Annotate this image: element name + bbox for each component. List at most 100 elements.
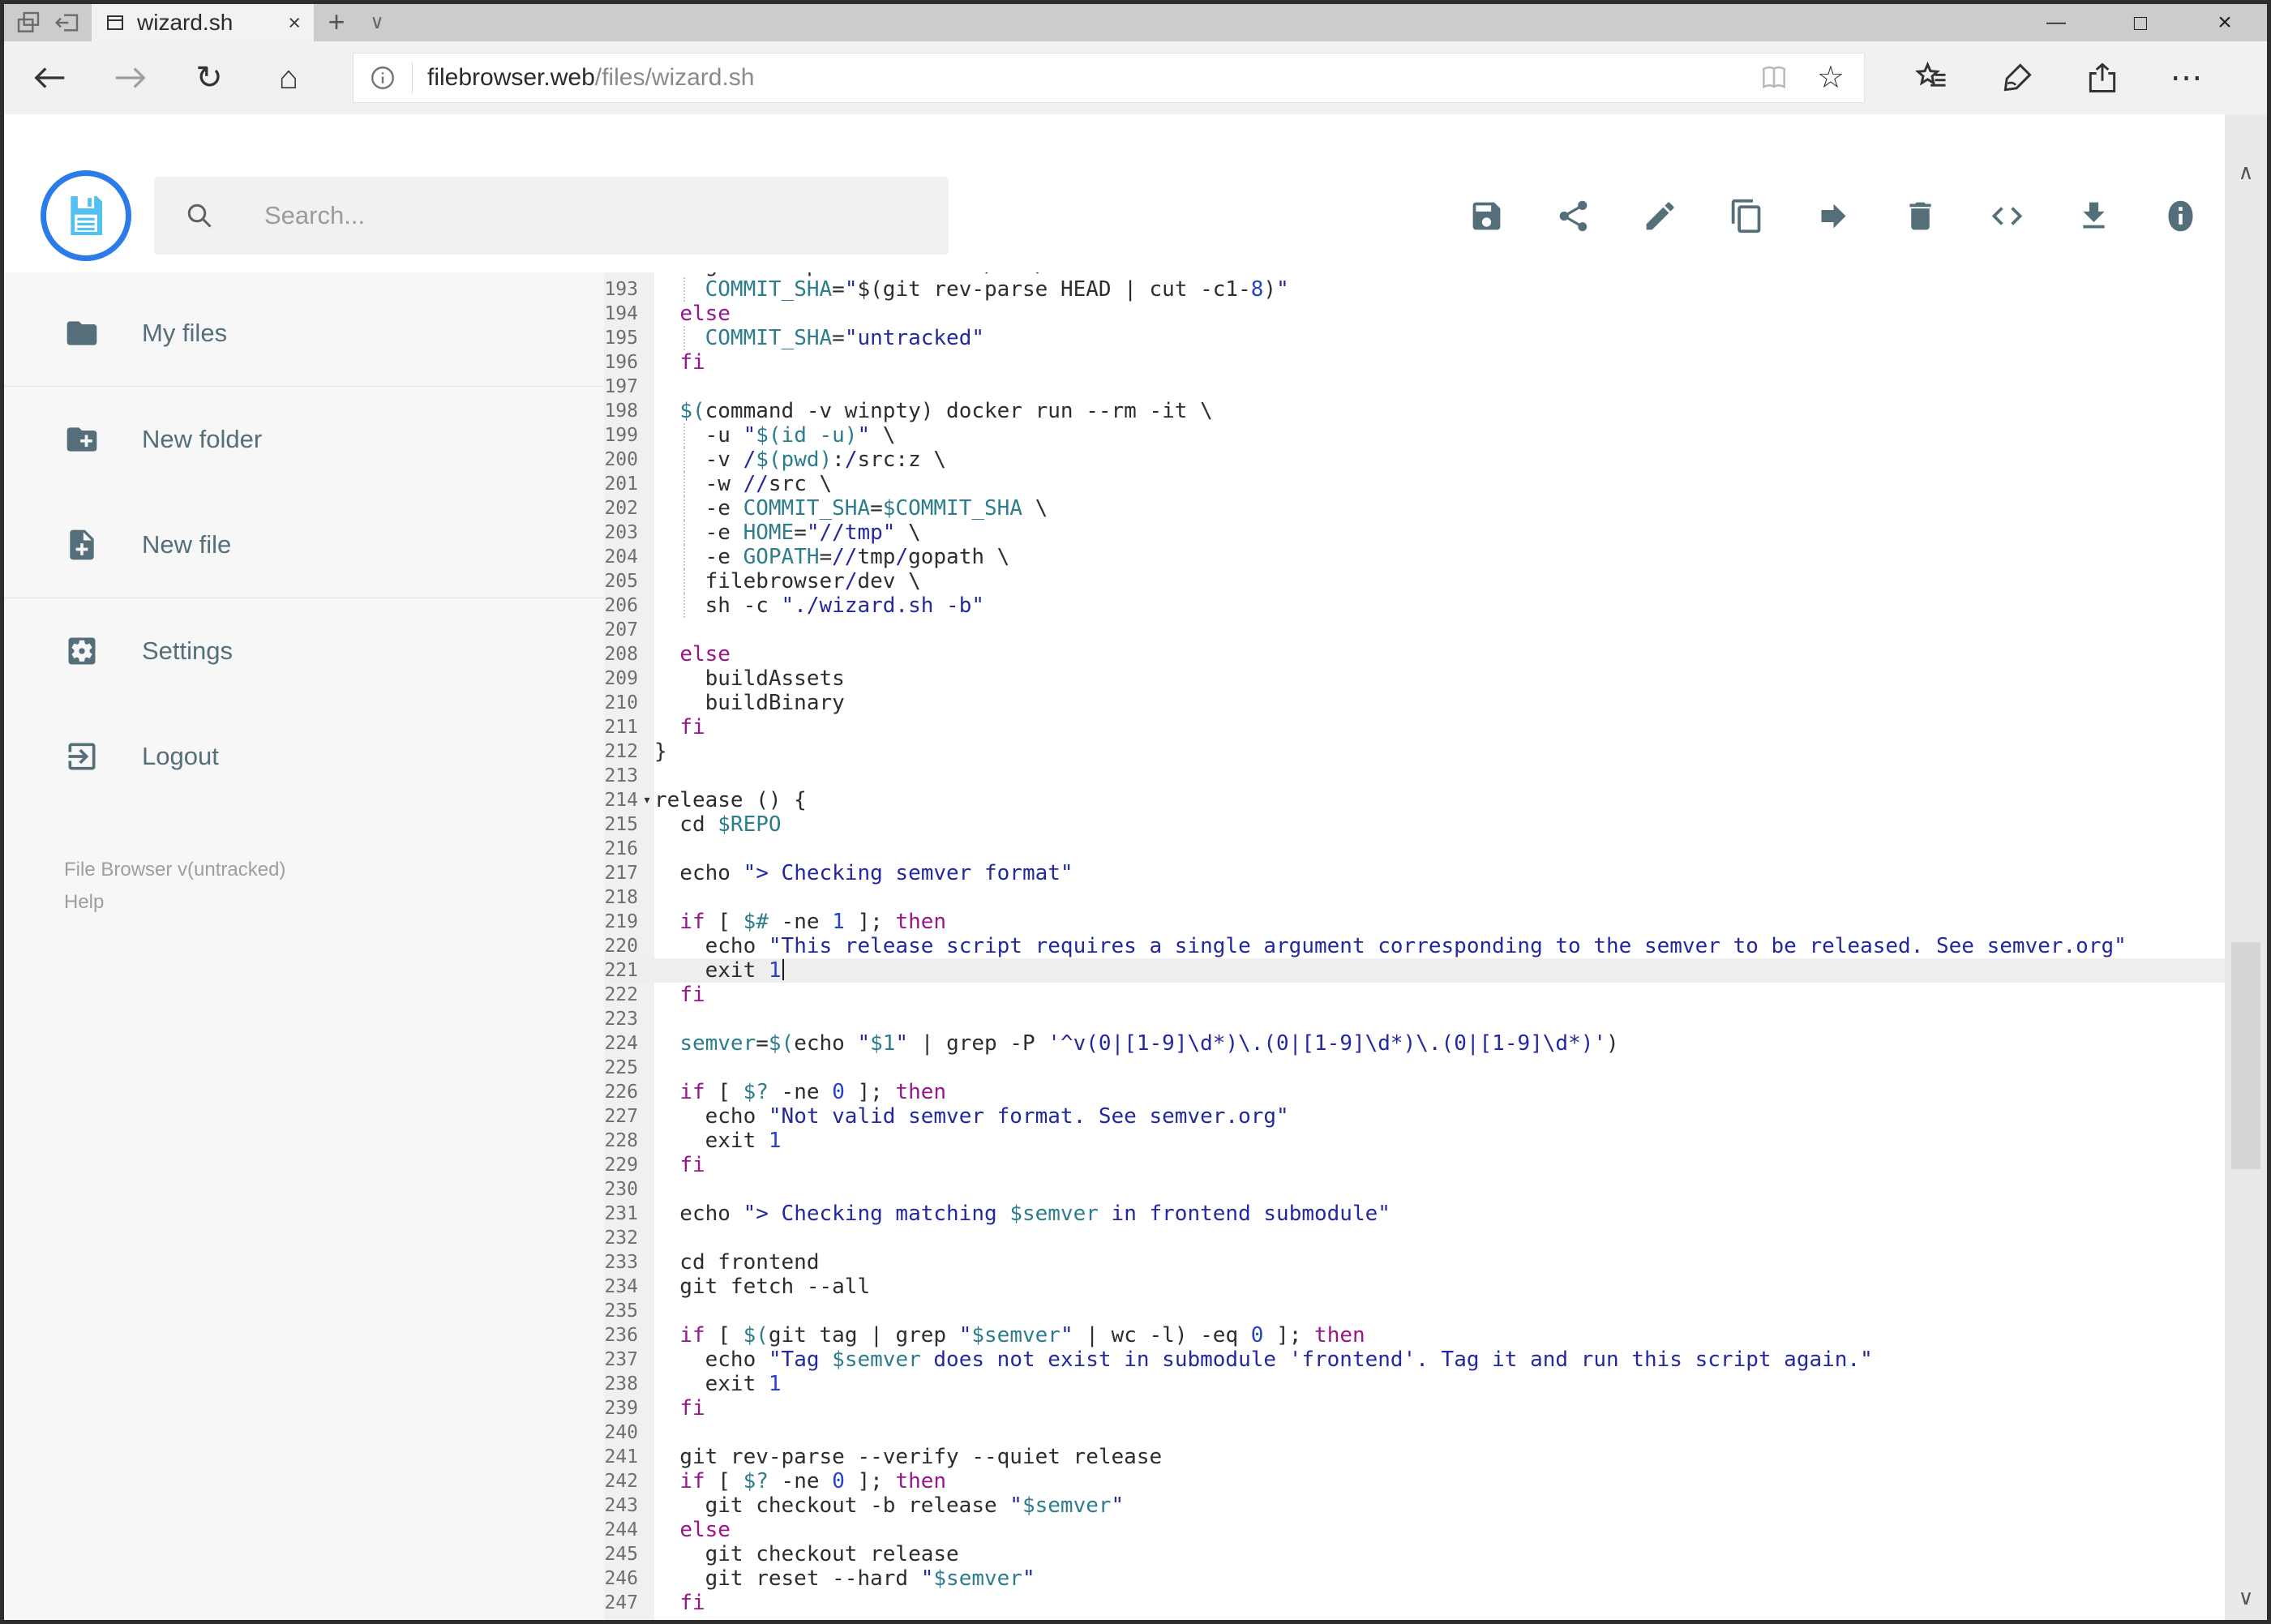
favorites-hub-icon[interactable] (1889, 41, 1974, 114)
code-line[interactable]: 246 git reset --hard "$semver" (604, 1566, 2267, 1591)
code-line[interactable]: 226 if [ $? -ne 0 ]; then (604, 1080, 2267, 1104)
site-info-icon[interactable] (368, 63, 397, 92)
save-button[interactable] (1468, 198, 1505, 234)
filebrowser-logo[interactable] (41, 170, 131, 261)
home-button[interactable]: ⌂ (249, 41, 328, 114)
code-line[interactable]: 244 else (604, 1518, 2267, 1542)
code-line[interactable]: 218 (604, 885, 2267, 910)
code-view-button[interactable] (1989, 198, 2025, 234)
code-line[interactable]: 232 (604, 1226, 2267, 1250)
move-button[interactable] (1815, 198, 1852, 234)
delete-button[interactable] (1902, 198, 1939, 234)
sidebar-item-my-files[interactable]: My files (4, 281, 604, 386)
share-button[interactable] (1555, 198, 1592, 234)
close-tab-icon[interactable]: × (288, 4, 301, 41)
code-line[interactable]: 194 else (604, 302, 2267, 326)
vertical-scrollbar[interactable]: ∧ ∨ (2225, 114, 2267, 1620)
new-tab-button[interactable]: + (314, 4, 359, 41)
browser-tab[interactable]: wizard.sh × (92, 4, 314, 41)
maximize-button[interactable]: □ (2098, 4, 2183, 41)
code-line[interactable]: 231 echo "> Checking matching $semver in… (604, 1202, 2267, 1226)
code-line[interactable]: 208 else (604, 642, 2267, 666)
sidebar-item-new-folder[interactable]: New folder (4, 387, 604, 492)
code-line[interactable]: 223 (604, 1007, 2267, 1031)
code-line[interactable]: 217 echo "> Checking semver format" (604, 861, 2267, 885)
search-input[interactable] (264, 201, 918, 230)
code-line[interactable]: 211 fi (604, 715, 2267, 739)
reading-view-icon[interactable] (1759, 64, 1789, 92)
code-line[interactable]: 242 if [ $? -ne 0 ]; then (604, 1469, 2267, 1493)
code-line[interactable]: 245 git checkout release (604, 1542, 2267, 1566)
sidebar-item-logout[interactable]: Logout (4, 704, 604, 809)
minimize-button[interactable]: — (2014, 4, 2098, 41)
address-bar[interactable]: filebrowser.web/files/wizard.sh ☆ (353, 53, 1865, 103)
code-line[interactable]: 209 buildAssets (604, 666, 2267, 691)
code-line[interactable]: 239 fi (604, 1396, 2267, 1420)
fold-marker-icon[interactable]: ▾ (641, 788, 653, 812)
code-line[interactable]: 241 git rev-parse --verify --quiet relea… (604, 1445, 2267, 1469)
more-options-button[interactable]: ⋯ (2145, 41, 2230, 114)
scroll-down-icon[interactable]: ∨ (2225, 1585, 2267, 1610)
code-line[interactable]: 205 filebrowser/dev \ (604, 569, 2267, 593)
sidebar-item-settings[interactable]: Settings (4, 598, 604, 704)
back-button[interactable] (11, 41, 90, 114)
code-line[interactable]: 213 (604, 764, 2267, 788)
code-line[interactable]: 198 $(command -v winpty) docker run --rm… (604, 399, 2267, 423)
code-line[interactable]: 212} (604, 739, 2267, 764)
tab-list-chevron-icon[interactable]: ∨ (359, 4, 395, 41)
code-line[interactable]: 228 exit 1 (604, 1129, 2267, 1153)
code-line[interactable]: 243 git checkout -b release "$semver" (604, 1493, 2267, 1518)
code-line[interactable]: 202 -e COMMIT_SHA=$COMMIT_SHA \ (604, 496, 2267, 521)
code-line[interactable]: 235 (604, 1299, 2267, 1323)
code-line[interactable]: 237 echo "Tag $semver does not exist in … (604, 1348, 2267, 1372)
close-window-button[interactable]: × (2183, 4, 2267, 41)
code-line[interactable]: 229 fi (604, 1153, 2267, 1177)
scrollbar-thumb[interactable] (2231, 942, 2260, 1170)
code-line[interactable]: 216 (604, 837, 2267, 861)
code-line[interactable]: 221 exit 1 (604, 958, 2267, 983)
share-icon-browser[interactable] (2059, 41, 2145, 114)
code-line[interactable]: 201 -w //src \ (604, 472, 2267, 496)
code-line[interactable]: 197 (604, 375, 2267, 399)
code-line[interactable]: 220 echo "This release script requires a… (604, 934, 2267, 958)
code-line[interactable]: 236 if [ $(git tag | grep "$semver" | wc… (604, 1323, 2267, 1348)
code-line[interactable]: 225 (604, 1056, 2267, 1080)
code-line[interactable]: 222 fi (604, 983, 2267, 1007)
code-line[interactable]: 193 COMMIT_SHA="$(git rev-parse HEAD | c… (604, 277, 2267, 302)
code-line[interactable]: 230 (604, 1177, 2267, 1202)
code-line[interactable]: 199 -u "$(id -u)" \ (604, 423, 2267, 448)
code-editor[interactable]: 192 git rev-parse HEAD &> /dev/null193 C… (604, 272, 2267, 1620)
download-button[interactable] (2076, 198, 2112, 234)
code-line[interactable]: 219 if [ $# -ne 1 ]; then (604, 910, 2267, 934)
code-line[interactable]: 240 (604, 1420, 2267, 1445)
refresh-button[interactable]: ↻ (169, 41, 249, 114)
code-line[interactable]: 200 -v /$(pwd):/src:z \ (604, 448, 2267, 472)
code-line[interactable]: 233 cd frontend (604, 1250, 2267, 1275)
code-line[interactable]: 196 fi (604, 350, 2267, 375)
copy-button[interactable] (1729, 198, 1765, 234)
code-line[interactable]: 204 -e GOPATH=//tmp/gopath \ (604, 545, 2267, 569)
scroll-up-icon[interactable]: ∧ (2225, 160, 2267, 185)
code-line[interactable]: 227 echo "Not valid semver format. See s… (604, 1104, 2267, 1129)
code-line[interactable]: 238 exit 1 (604, 1372, 2267, 1396)
edit-button[interactable] (1642, 198, 1678, 234)
code-line[interactable]: 210 buildBinary (604, 691, 2267, 715)
info-button[interactable] (2162, 198, 2199, 234)
set-tabs-aside-icon[interactable] (54, 10, 80, 36)
forward-button[interactable] (90, 41, 169, 114)
code-line[interactable]: 247 fi (604, 1591, 2267, 1615)
annotate-pen-icon[interactable] (1974, 41, 2059, 114)
code-line[interactable]: 224 semver=$(echo "$1" | grep -P '^v(0|[… (604, 1031, 2267, 1056)
code-line[interactable]: 214 ▾ release () { (604, 788, 2267, 812)
add-favorite-icon[interactable]: ☆ (1817, 62, 1845, 93)
code-line[interactable]: 207 (604, 618, 2267, 642)
code-line[interactable]: 206 sh -c "./wizard.sh -b" (604, 593, 2267, 618)
code-line[interactable]: 195 COMMIT_SHA="untracked" (604, 326, 2267, 350)
tab-preview-icon[interactable] (15, 10, 41, 36)
code-line[interactable]: 234 git fetch --all (604, 1275, 2267, 1299)
code-line[interactable]: 215 cd $REPO (604, 812, 2267, 837)
sidebar-item-new-file[interactable]: New file (4, 492, 604, 598)
help-link[interactable]: Help (64, 886, 604, 919)
search-box[interactable] (154, 177, 949, 255)
code-line[interactable]: 203 -e HOME="//tmp" \ (604, 521, 2267, 545)
